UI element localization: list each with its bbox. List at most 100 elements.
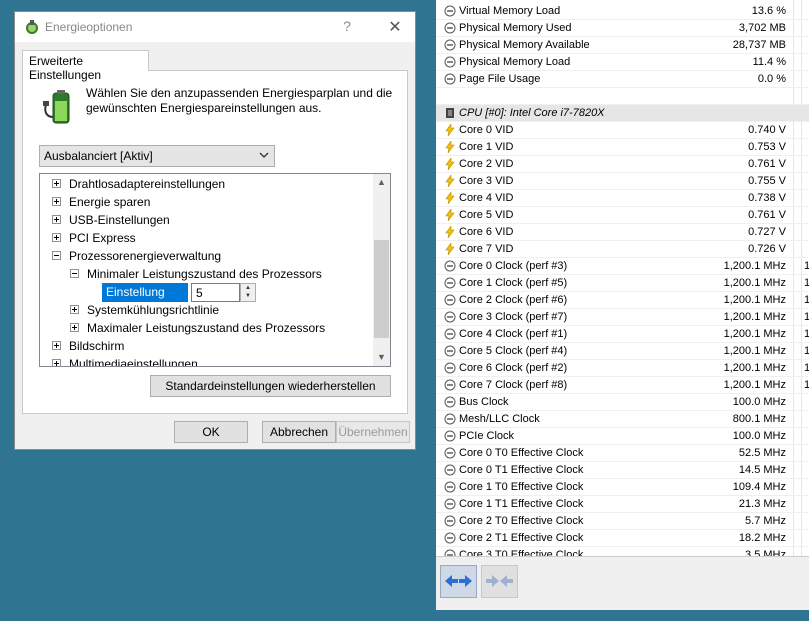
sensor-row[interactable]: Core 4 VID 0.738 V	[436, 190, 809, 207]
tree-item-wireless[interactable]: Drahtlosadaptereinstellungen	[52, 175, 225, 193]
sensor-row[interactable]: Core 0 T0 Effective Clock 52.5 MHz	[436, 445, 809, 462]
sensor-row[interactable]: Core 7 VID 0.726 V	[436, 241, 809, 258]
sensor-row[interactable]: Core 3 T0 Effective Clock 3.5 MHz	[436, 547, 809, 556]
title-bar[interactable]: Energieoptionen ? ✕	[15, 12, 415, 42]
sensor-spacer-row[interactable]	[436, 88, 809, 105]
sensor-min-value: 1	[804, 362, 809, 374]
sensor-row[interactable]: Physical Memory Available 28,737 MB	[436, 37, 809, 54]
gauge-icon	[444, 328, 456, 340]
sensor-row[interactable]: Physical Memory Used 3,702 MB	[436, 20, 809, 37]
collapse-icon[interactable]	[52, 251, 61, 261]
sensor-label: Page File Usage	[459, 73, 541, 85]
sensor-label: Core 3 T0 Effective Clock	[459, 549, 584, 556]
expand-icon[interactable]	[52, 215, 61, 225]
sensor-row[interactable]: Core 4 Clock (perf #1) 1,200.1 MHz 1	[436, 326, 809, 343]
tree-scrollbar[interactable]: ▲ ▼	[373, 174, 390, 366]
expand-icon[interactable]	[52, 179, 61, 189]
expand-icon[interactable]	[52, 341, 61, 351]
sensor-row[interactable]: Core 5 Clock (perf #4) 1,200.1 MHz 1	[436, 343, 809, 360]
nav-button-right[interactable]	[481, 565, 518, 598]
gauge-icon	[444, 464, 456, 476]
expand-icon[interactable]	[52, 233, 61, 243]
tree-item-multimedia[interactable]: Multimediaeinstellungen	[52, 355, 198, 366]
sensor-label: Bus Clock	[459, 396, 509, 408]
scroll-up-icon[interactable]: ▲	[373, 174, 390, 191]
sensor-row[interactable]: Core 2 Clock (perf #6) 1,200.1 MHz 1	[436, 292, 809, 309]
gauge-icon	[444, 345, 456, 357]
sensor-row[interactable]: Core 3 Clock (perf #7) 1,200.1 MHz 1	[436, 309, 809, 326]
power-options-dialog: Energieoptionen ? ✕ Erweiterte Einstellu…	[14, 11, 416, 450]
sensor-row[interactable]: Physical Memory Load 11.4 %	[436, 54, 809, 71]
expand-icon[interactable]	[70, 305, 79, 315]
sensor-label: Virtual Memory Load	[459, 5, 561, 17]
sensor-row[interactable]: Core 5 VID 0.761 V	[436, 207, 809, 224]
cancel-button[interactable]: Abbrechen	[262, 421, 336, 443]
sensor-row[interactable]: Core 0 Clock (perf #3) 1,200.1 MHz 1	[436, 258, 809, 275]
sensor-value: 0.0 %	[757, 73, 786, 85]
sensor-value: 1,200.1 MHz	[723, 362, 786, 374]
lightning-icon	[445, 243, 455, 255]
tree-item-cooling-policy[interactable]: Systemkühlungsrichtlinie	[70, 301, 219, 319]
sensor-row[interactable]: Core 2 T0 Effective Clock 5.7 MHz	[436, 513, 809, 530]
min-processor-state-input[interactable]: 5	[191, 283, 240, 302]
gauge-icon	[444, 515, 456, 527]
collapse-icon[interactable]	[70, 269, 79, 279]
sensor-min-value: 1	[804, 277, 809, 289]
help-button[interactable]: ?	[337, 18, 357, 34]
sensor-row[interactable]: Mesh/LLC Clock 800.1 MHz	[436, 411, 809, 428]
tree-item-max-processor-state[interactable]: Maximaler Leistungszustand des Prozessor…	[70, 319, 325, 337]
nav-button-left[interactable]	[440, 565, 477, 598]
ok-button[interactable]: OK	[174, 421, 248, 443]
spin-up-icon[interactable]: ▲	[241, 284, 255, 292]
tree-item-energy-saving[interactable]: Energie sparen	[52, 193, 150, 211]
sensor-value: 0.727 V	[748, 226, 786, 238]
restore-defaults-button[interactable]: Standardeinstellungen wiederherstellen	[150, 375, 391, 397]
tree-item-pci-express[interactable]: PCI Express	[52, 229, 136, 247]
scroll-thumb[interactable]	[374, 240, 389, 338]
sensor-value: 0.753 V	[748, 141, 786, 153]
sensor-row[interactable]: PCIe Clock 100.0 MHz	[436, 428, 809, 445]
sensor-label: Core 4 VID	[459, 192, 514, 204]
sensor-group-header[interactable]: CPU [#0]: Intel Core i7-7820X	[436, 105, 809, 122]
sensor-row[interactable]: Page File Usage 0.0 %	[436, 71, 809, 88]
spin-buttons[interactable]: ▲ ▼	[240, 283, 256, 302]
sensor-row[interactable]: Core 0 VID 0.740 V	[436, 122, 809, 139]
lightning-icon	[445, 175, 455, 187]
expand-icon[interactable]	[52, 359, 61, 366]
sensor-row[interactable]: Core 0 T1 Effective Clock 14.5 MHz	[436, 462, 809, 479]
sensor-row[interactable]: Core 3 VID 0.755 V	[436, 173, 809, 190]
sensor-label: Mesh/LLC Clock	[459, 413, 540, 425]
tree-item-display[interactable]: Bildschirm	[52, 337, 124, 355]
navigation-bar	[436, 556, 809, 610]
sensor-row[interactable]: Bus Clock 100.0 MHz	[436, 394, 809, 411]
sensor-min-value: 1	[804, 379, 809, 391]
sensor-row[interactable]: Core 2 VID 0.761 V	[436, 156, 809, 173]
tree-item-processor-power[interactable]: Prozessorenergieverwaltung	[52, 247, 221, 265]
tab-advanced-settings[interactable]: Erweiterte Einstellungen	[22, 50, 149, 82]
scroll-down-icon[interactable]: ▼	[373, 349, 390, 366]
tree-item-usb[interactable]: USB-Einstellungen	[52, 211, 170, 229]
sensor-row[interactable]: Core 6 Clock (perf #2) 1,200.1 MHz 1	[436, 360, 809, 377]
close-button[interactable]: ✕	[385, 17, 405, 37]
settings-tree[interactable]: Drahtlosadaptereinstellungen Energie spa…	[39, 173, 391, 367]
setting-label: Einstellung (%):	[102, 283, 188, 316]
gauge-icon	[444, 56, 456, 68]
expand-icon[interactable]	[70, 323, 79, 333]
power-plan-dropdown[interactable]: Ausbalanciert [Aktiv]	[39, 145, 275, 167]
spin-down-icon[interactable]: ▼	[241, 292, 255, 300]
sensor-row[interactable]: Core 6 VID 0.727 V	[436, 224, 809, 241]
sensor-row[interactable]: Core 7 Clock (perf #8) 1,200.1 MHz 1	[436, 377, 809, 394]
expand-icon[interactable]	[52, 197, 61, 207]
sensor-row[interactable]: Core 1 Clock (perf #5) 1,200.1 MHz 1	[436, 275, 809, 292]
sensor-label: PCIe Clock	[459, 430, 515, 442]
tree-item-min-processor-state[interactable]: Minimaler Leistungszustand des Prozessor…	[70, 265, 322, 283]
sensor-list[interactable]: Virtual Memory Load 13.6 % Physical Memory…	[436, 0, 809, 556]
arrows-right-left-icon	[486, 575, 513, 587]
sensor-row[interactable]: Core 1 VID 0.753 V	[436, 139, 809, 156]
sensor-value: 1,200.1 MHz	[723, 345, 786, 357]
gauge-icon	[444, 481, 456, 493]
sensor-row[interactable]: Core 2 T1 Effective Clock 18.2 MHz	[436, 530, 809, 547]
sensor-row[interactable]: Core 1 T0 Effective Clock 109.4 MHz	[436, 479, 809, 496]
sensor-row[interactable]: Virtual Memory Load 13.6 %	[436, 3, 809, 20]
sensor-row[interactable]: Core 1 T1 Effective Clock 21.3 MHz	[436, 496, 809, 513]
